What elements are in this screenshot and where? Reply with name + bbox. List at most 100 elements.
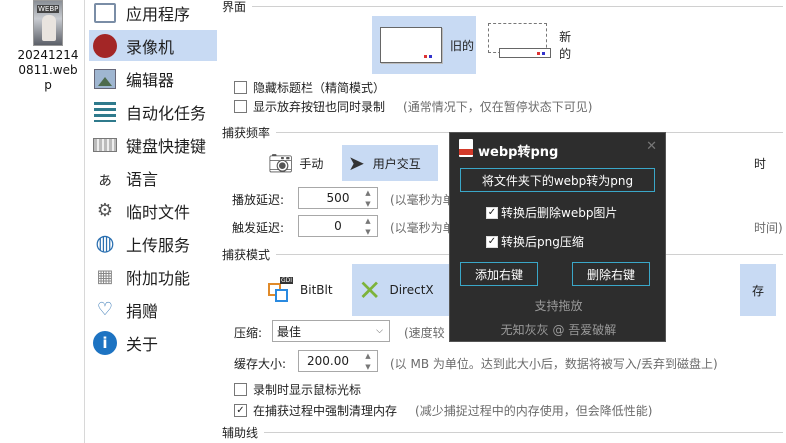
section-title-capture-freq: 捕获频率: [222, 124, 277, 141]
cursor-icon: ➤: [348, 151, 365, 175]
settings-window: 应用程序 录像机 编辑器 自动化任务 键盘快捷键 ぁ 语言 ⚙ 临时文件 ◍ 上…: [84, 0, 786, 443]
sidebar-item-label: 录像机: [126, 37, 175, 57]
sidebar-item-temp-files[interactable]: ⚙ 临时文件: [89, 195, 217, 226]
section-title-guides: 辅助线: [222, 424, 265, 441]
force-gc-checkbox[interactable]: ✓: [234, 404, 247, 417]
sidebar-item-label: 自动化任务: [126, 103, 207, 123]
task-list-icon: [92, 99, 118, 125]
webp-file-icon: [459, 139, 473, 157]
webp-to-png-dialog: webp转png ✕ 将文件夹下的webp转为png ✓ 转换后删除webp图片…: [449, 132, 666, 342]
capture-bitblt-button[interactable]: GDI BitBlt: [264, 264, 350, 316]
trigger-delay-stepper[interactable]: ▲ ▼: [362, 215, 374, 237]
sidebar-item-recorder[interactable]: 录像机: [89, 30, 217, 61]
capture-directx-label: DirectX: [389, 283, 434, 297]
sidebar-item-language[interactable]: ぁ 语言: [89, 162, 217, 193]
chevron-down-icon: ⌵: [376, 326, 383, 336]
show-discard-hint: (通常情况下，仅在暂停状态下可见): [403, 100, 593, 114]
force-gc-option[interactable]: ✓ 在捕获过程中强制清理内存 (减少捕捉过程中的内存使用，但会降低性能): [234, 402, 652, 419]
trigger-delay-value: 0: [334, 219, 342, 233]
record-icon: [92, 33, 118, 59]
interface-new-option[interactable]: 新的: [486, 16, 582, 74]
close-icon[interactable]: ✕: [646, 139, 657, 154]
compression-hint: (速度较: [404, 326, 445, 340]
sidebar-item-label: 附加功能: [126, 268, 191, 288]
section-divider: [264, 432, 783, 433]
capture-bitblt-label: BitBlt: [300, 283, 333, 297]
sidebar-item-automation[interactable]: 自动化任务: [89, 96, 217, 127]
hide-title-bar-checkbox[interactable]: [234, 81, 247, 94]
hide-title-bar-option[interactable]: 隐藏标题栏（精简模式）: [234, 79, 385, 96]
force-gc-hint: (减少捕捉过程中的内存使用，但会降低性能): [415, 404, 653, 418]
donate-icon: ♡: [96, 299, 114, 320]
freq-interaction-button[interactable]: ➤ 用户交互: [342, 145, 438, 181]
sidebar-item-label: 临时文件: [126, 202, 191, 222]
temp-files-icon: ⚙: [96, 200, 114, 221]
compress-png-option[interactable]: ✓ 转换后png压缩: [486, 233, 584, 250]
sidebar-item-label: 应用程序: [126, 4, 191, 24]
globe-icon: ◍: [95, 231, 115, 256]
info-icon: i: [92, 330, 118, 356]
show-discard-checkbox[interactable]: [234, 100, 247, 113]
show-discard-label: 显示放弃按钮也同时录制: [253, 100, 386, 114]
compression-value: 最佳: [277, 324, 302, 339]
sidebar-item-editor[interactable]: 编辑器: [89, 63, 217, 94]
interface-old-label: 旧的: [450, 38, 475, 53]
camera-icon: 📷︎: [268, 151, 294, 175]
cache-size-value: 200.00: [307, 354, 349, 368]
cache-size-label: 缓存大小:: [234, 357, 287, 371]
hide-title-bar-label: 隐藏标题栏（精简模式）: [253, 81, 386, 95]
add-context-menu-button[interactable]: 添加右键: [460, 262, 538, 286]
desktop-file-label: 20241214 0811.web p: [17, 48, 79, 92]
capture-directx-button[interactable]: ✕ DirectX: [352, 264, 452, 316]
freq-manual-button[interactable]: 📷︎ 手动: [268, 145, 340, 181]
directx-icon: ✕: [358, 273, 382, 307]
capture-memory-label-tail: 存: [751, 283, 764, 298]
sidebar-item-donate[interactable]: ♡ 捐赠: [89, 294, 217, 325]
remove-context-menu-button[interactable]: 删除右键: [572, 262, 650, 286]
sidebar-item-applications[interactable]: 应用程序: [89, 0, 217, 28]
freq-timer-label-tail: 时: [754, 157, 767, 171]
trigger-delay-hint-tail: 时间): [754, 221, 783, 235]
delete-webp-option[interactable]: ✓ 转换后删除webp图片: [486, 204, 617, 221]
cache-size-stepper[interactable]: ▲ ▼: [362, 350, 374, 372]
capture-memory-button[interactable]: 存: [740, 264, 776, 316]
sidebar-item-label: 编辑器: [126, 70, 175, 90]
desktop-file-icon[interactable]: WEBP 20241214 0811.web p: [16, 0, 80, 93]
section-divider: [250, 6, 783, 7]
playback-delay-hint: (以毫秒为单: [390, 193, 455, 207]
drag-drop-hint: 支持拖放: [534, 299, 583, 313]
compression-label: 压缩:: [234, 326, 263, 340]
sidebar-item-label: 上传服务: [126, 235, 191, 255]
sidebar-item-shortcuts[interactable]: 键盘快捷键: [89, 129, 217, 160]
show-discard-option[interactable]: 显示放弃按钮也同时录制 (通常情况下，仅在暂停状态下可见): [234, 98, 592, 115]
extras-icon: ▦: [96, 266, 114, 287]
freq-interaction-label: 用户交互: [372, 156, 421, 171]
compression-select[interactable]: 最佳 ⌵: [272, 320, 390, 342]
playback-delay-stepper[interactable]: ▲ ▼: [362, 187, 374, 209]
convert-folder-button[interactable]: 将文件夹下的webp转为png: [460, 168, 655, 192]
compress-png-label: 转换后png压缩: [501, 235, 584, 249]
section-title-interface: 界面: [222, 0, 253, 15]
sidebar-item-label: 语言: [126, 169, 159, 189]
delete-webp-checkbox[interactable]: ✓: [486, 206, 498, 219]
interface-old-option[interactable]: 旧的: [372, 16, 476, 74]
keyboard-icon: [92, 132, 118, 158]
sidebar-item-upload[interactable]: ◍ 上传服务: [89, 228, 217, 259]
force-gc-label: 在捕获过程中强制清理内存: [253, 404, 398, 418]
sidebar-item-label: 关于: [126, 334, 159, 354]
delete-webp-label: 转换后删除webp图片: [501, 206, 618, 220]
trigger-delay-hint: (以毫秒为单: [390, 221, 455, 235]
section-title-capture-mode: 捕获模式: [222, 246, 277, 263]
sidebar-item-about[interactable]: i 关于: [89, 327, 217, 358]
show-cursor-option[interactable]: 录制时显示鼠标光标: [234, 381, 361, 398]
compress-png-checkbox[interactable]: ✓: [486, 235, 498, 248]
thumb-tag: WEBP: [37, 5, 60, 13]
credit-text: 无知灰灰 @ 吾爱破解: [500, 323, 617, 337]
sidebar-item-extras[interactable]: ▦ 附加功能: [89, 261, 217, 292]
old-ui-preview-icon: [380, 27, 442, 63]
sidebar-item-label: 捐赠: [126, 301, 159, 321]
show-cursor-checkbox[interactable]: [234, 383, 247, 396]
cache-size-hint: (以 MB 为单位。达到此大小后，数据将被写入/丢弃到磁盘上): [390, 357, 718, 371]
sidebar-item-label: 键盘快捷键: [126, 136, 207, 156]
image-editor-icon: [92, 66, 118, 92]
